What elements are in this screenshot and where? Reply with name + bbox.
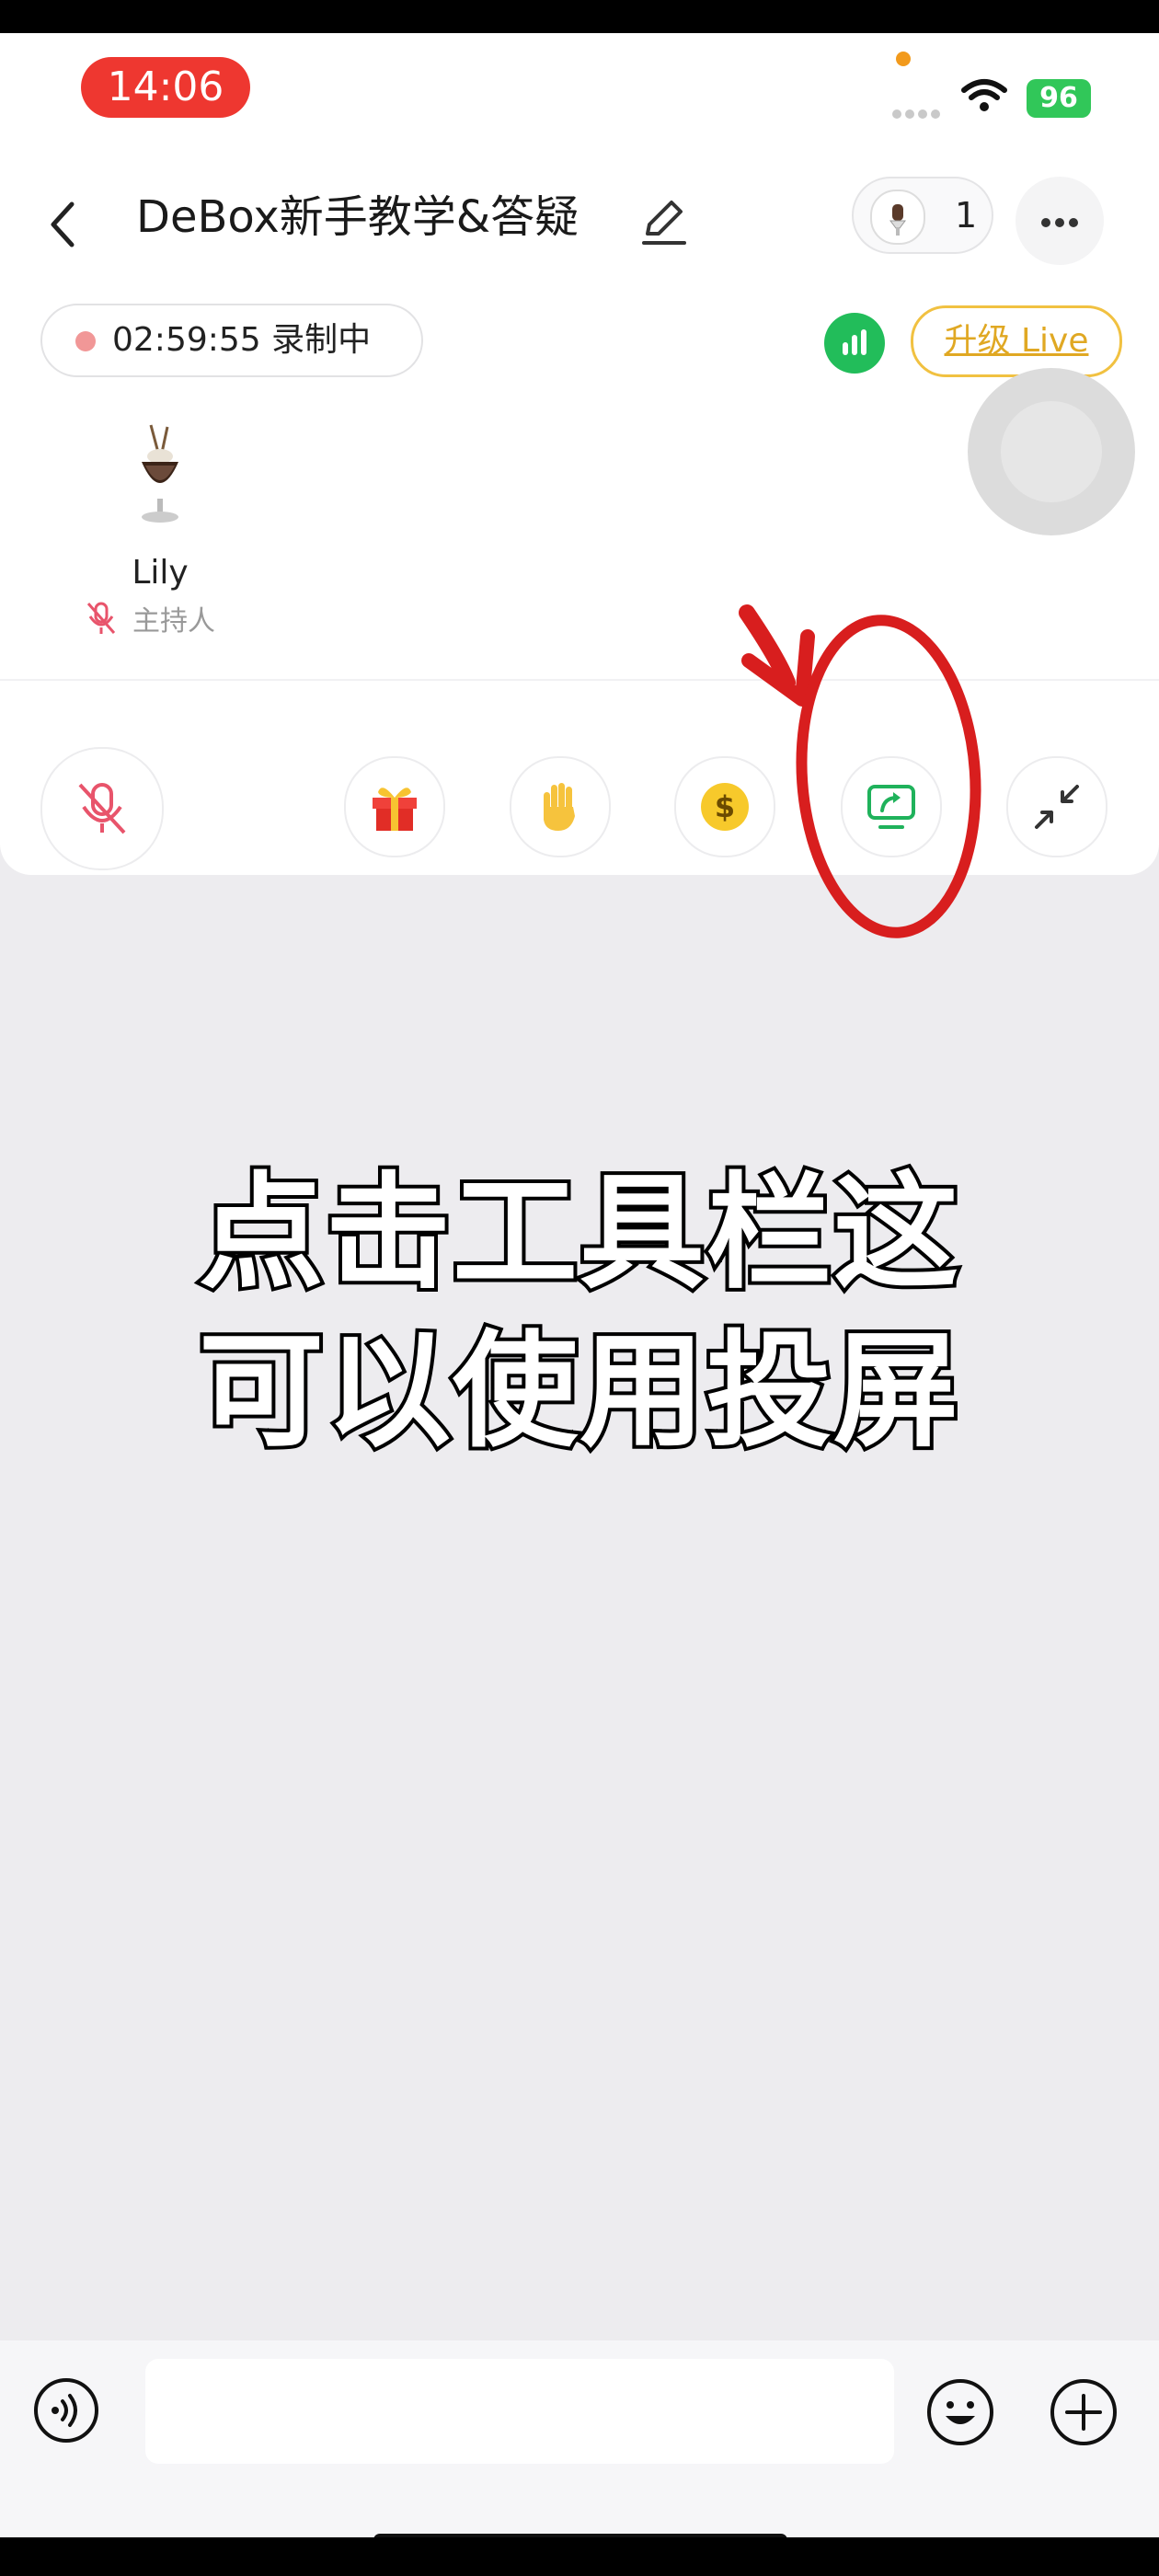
back-arrow-icon[interactable] — [48, 199, 75, 250]
upgrade-live-button[interactable]: 升级 Live — [911, 305, 1122, 377]
divider — [0, 679, 1159, 681]
minimize-button[interactable] — [1006, 756, 1107, 857]
members-button[interactable]: 1 — [852, 177, 993, 254]
coin-icon: $ — [701, 783, 749, 831]
host-name: Lily — [132, 554, 189, 592]
host-role: 主持人 — [132, 605, 215, 638]
mic-indicator-dot — [896, 52, 911, 66]
screen-share-button[interactable] — [841, 756, 942, 857]
more-options-button[interactable] — [1016, 177, 1104, 265]
screen-share-icon — [867, 785, 915, 829]
emoji-icon[interactable] — [925, 2377, 995, 2447]
home-indicator — [373, 2534, 787, 2537]
tip-button[interactable]: $ — [674, 756, 775, 857]
bar-chart-icon — [843, 329, 866, 355]
mic-muted-icon — [78, 783, 126, 834]
member-count: 1 — [955, 195, 978, 236]
caption-line-2: 可以使用投屏 — [195, 1316, 962, 1468]
minimize-icon — [1035, 785, 1079, 829]
gift-icon — [373, 788, 417, 831]
status-time: 14:06 — [81, 57, 250, 118]
host-avatar[interactable] — [110, 420, 210, 530]
room-title: DeBox新手教学&答疑 — [136, 191, 580, 243]
raise-hand-icon — [544, 783, 575, 831]
battery-indicator: 96 — [1027, 79, 1091, 118]
svg-text:$: $ — [715, 789, 735, 824]
recording-dot-icon — [75, 331, 96, 351]
wifi-icon — [961, 79, 1007, 111]
message-input[interactable] — [145, 2359, 894, 2464]
gift-button[interactable] — [344, 756, 445, 857]
message-input-bar — [0, 2340, 1159, 2537]
recording-label: 录制中 — [271, 321, 372, 359]
room-panel: 14:06 96 DeBox新手教学&答疑 1 02:59:55 录制中 升级 … — [0, 33, 1159, 875]
assistive-touch-button[interactable] — [968, 368, 1135, 535]
signal-icon — [892, 105, 944, 122]
raise-hand-button[interactable] — [510, 756, 611, 857]
edit-title-icon[interactable] — [638, 195, 690, 247]
member-avatar — [870, 190, 925, 245]
recording-timer: 02:59:55 — [112, 321, 261, 359]
muted-mic-icon — [86, 602, 116, 634]
recording-status: 02:59:55 录制中 — [40, 304, 423, 377]
voice-input-icon[interactable] — [33, 2377, 99, 2444]
caption-line-1: 点击工具栏这 — [195, 1157, 962, 1310]
plus-icon[interactable] — [1049, 2377, 1119, 2447]
stats-button[interactable] — [824, 313, 885, 374]
mic-toggle-button[interactable] — [40, 747, 164, 870]
